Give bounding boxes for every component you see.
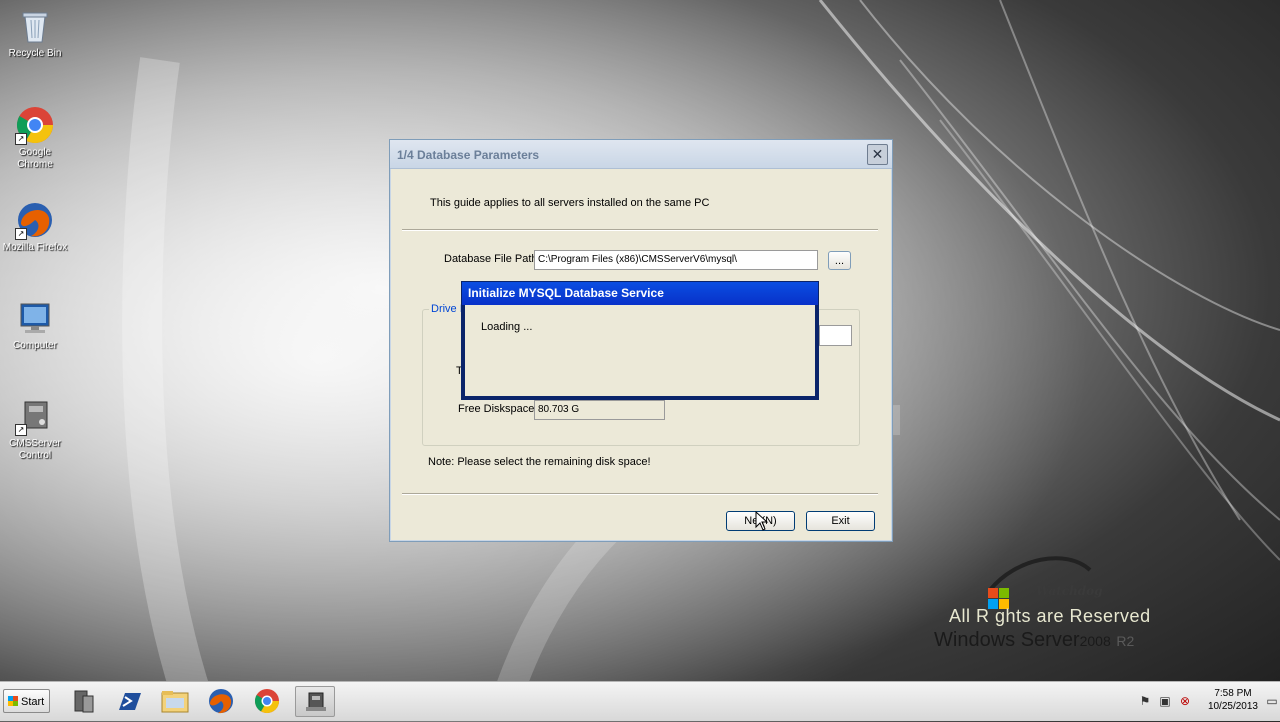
- shortcut-arrow-icon: ↗: [15, 133, 27, 145]
- close-icon: ✕: [871, 146, 884, 162]
- system-tray: ⚑ ▣ ⊗ 7:58 PM 10/25/2013 ▭: [1130, 682, 1280, 721]
- note-text: Note: Please select the remaining disk s…: [428, 456, 651, 468]
- popup-title: Initialize MYSQL Database Service: [462, 282, 818, 305]
- taskbar-explorer[interactable]: [155, 686, 195, 717]
- chrome-icon: [254, 689, 279, 714]
- folder-icon: [161, 691, 189, 713]
- watermark-brand: Watchdog: [1036, 584, 1103, 598]
- divider: [402, 493, 878, 495]
- recycle-bin-icon: [15, 6, 55, 46]
- drive-select-field[interactable]: [819, 325, 852, 346]
- free-diskspace-label: Free Diskspace: [458, 403, 535, 415]
- taskbar-server-manager[interactable]: [63, 686, 103, 717]
- dialog-titlebar[interactable]: 1/4 Database Parameters ✕: [390, 140, 892, 169]
- close-button[interactable]: ✕: [867, 144, 888, 165]
- clock[interactable]: 7:58 PM 10/25/2013: [1208, 687, 1258, 713]
- exit-button[interactable]: Exit: [806, 511, 875, 531]
- desktop-icon-computer[interactable]: Computer: [0, 298, 70, 352]
- action-center-flag-icon[interactable]: ⚑: [1138, 694, 1152, 708]
- cursor-icon: [755, 511, 769, 531]
- shortcut-arrow-icon: ↗: [15, 228, 27, 240]
- clock-time: 7:58 PM: [1214, 688, 1252, 699]
- popup-body: Loading ...: [465, 305, 815, 396]
- firefox-icon: ↗: [15, 200, 55, 240]
- loading-text: Loading ...: [481, 321, 533, 333]
- powershell-icon: [119, 693, 141, 710]
- cmsserver-icon: ↗: [15, 396, 55, 436]
- desktop-icon-google-chrome[interactable]: ↗ Google Chrome: [0, 105, 70, 171]
- start-label: Start: [21, 696, 45, 708]
- start-button[interactable]: Start: [3, 689, 50, 713]
- taskbar-firefox[interactable]: [201, 686, 241, 717]
- taskbar: Start ⚑ ▣ ⊗ 7:58 PM 10/25/2013 ▭: [0, 681, 1280, 721]
- intro-text: This guide applies to all servers instal…: [430, 197, 710, 209]
- windows-server-logo: Windows Server2008 R2: [934, 629, 1134, 652]
- taskbar-powershell[interactable]: [109, 686, 149, 717]
- desktop-icon-recycle-bin[interactable]: Recycle Bin: [0, 6, 70, 60]
- desktop-icon-label: CMSServer Control: [9, 438, 61, 461]
- firefox-icon: [209, 689, 233, 714]
- desktop-icon-label: Recycle Bin: [8, 48, 62, 59]
- server-manager-icon: [74, 690, 94, 713]
- chrome-icon: ↗: [15, 105, 55, 145]
- shortcut-arrow-icon: ↗: [15, 424, 27, 436]
- network-icon[interactable]: ▣: [1158, 694, 1172, 708]
- initialize-mysql-popup: Initialize MYSQL Database Service Loadin…: [461, 281, 819, 400]
- computer-icon: [15, 298, 55, 338]
- path-label: Database File Path: [444, 253, 538, 265]
- show-desktop-button[interactable]: ▭: [1266, 694, 1278, 708]
- taskbar-cmsserver[interactable]: [295, 686, 335, 717]
- dialog-title: 1/4 Database Parameters: [397, 148, 540, 162]
- taskbar-chrome[interactable]: [247, 686, 287, 717]
- divider: [402, 229, 878, 231]
- watermark-rights: All R ghts are Reserved: [949, 606, 1151, 626]
- desktop-icon-mozilla-firefox[interactable]: ↗ Mozilla Firefox: [0, 200, 70, 254]
- os-year: 2008: [1079, 633, 1111, 649]
- clock-date: 10/25/2013: [1207, 701, 1258, 712]
- drive-group-label: Drive I: [429, 303, 465, 315]
- database-file-path-field[interactable]: C:\Program Files (x86)\CMSServerV6\mysql…: [534, 250, 818, 270]
- desktop-icon-label: Computer: [13, 340, 57, 351]
- desktop-icon-label: Google Chrome: [17, 147, 53, 170]
- cmsserver-icon: [306, 692, 326, 711]
- browse-button[interactable]: ...: [828, 251, 851, 270]
- windows-flag-icon: [8, 696, 18, 706]
- free-diskspace-field: 80.703 G: [534, 400, 665, 420]
- os-name: Windows Server: [934, 629, 1080, 651]
- desktop-icon-cmsserver-control[interactable]: ↗ CMSServer Control: [0, 396, 70, 462]
- desktop-icon-label: Mozilla Firefox: [2, 242, 68, 253]
- os-rev: R2: [1116, 633, 1135, 649]
- volume-muted-icon[interactable]: ⊗: [1178, 694, 1192, 708]
